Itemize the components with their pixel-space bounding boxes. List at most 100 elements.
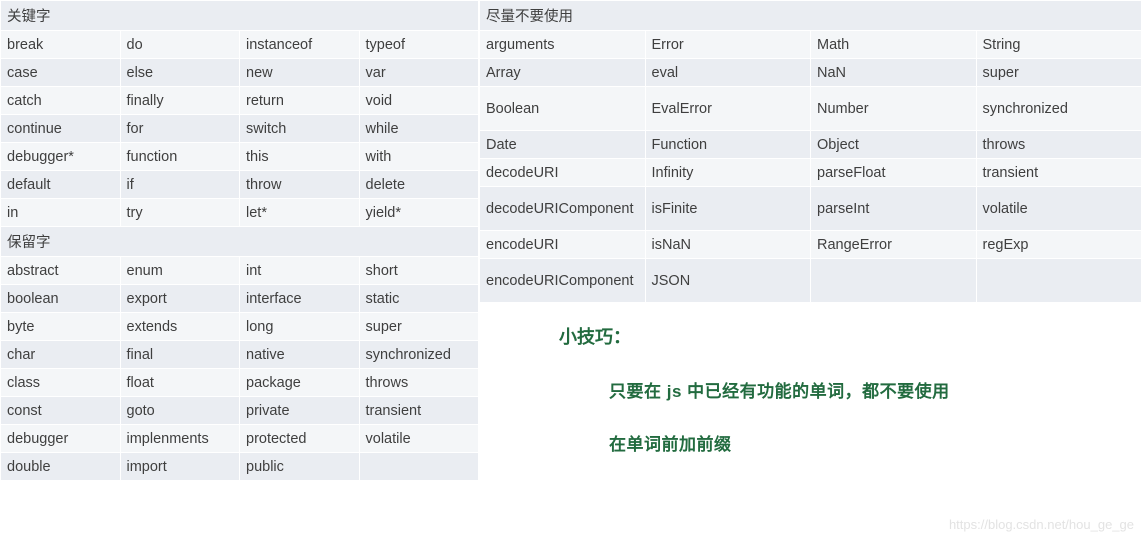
keywords-table: 关键字breakdoinstanceoftypeofcaseelsenewvar… (0, 0, 479, 481)
table-row: charfinalnativesynchronized (1, 341, 479, 369)
table-cell: super (976, 59, 1142, 87)
table-cell: encodeURI (480, 231, 646, 259)
table-cell: enum (120, 257, 240, 285)
tips-text: 只要在 (609, 382, 667, 401)
table-cell: typeof (359, 31, 479, 59)
table-cell: JSON (645, 259, 811, 303)
table-cell: Infinity (645, 159, 811, 187)
table-cell: yield* (359, 199, 479, 227)
table-cell: regExp (976, 231, 1142, 259)
table-cell: Object (811, 131, 977, 159)
section-header-cell: 保留字 (1, 227, 479, 257)
table-cell: RangeError (811, 231, 977, 259)
table-cell: parseFloat (811, 159, 977, 187)
table-cell: Array (480, 59, 646, 87)
table-cell: long (240, 313, 360, 341)
table-cell: isFinite (645, 187, 811, 231)
table-cell: decodeURI (480, 159, 646, 187)
table-cell: Date (480, 131, 646, 159)
table-row: debugger*functionthiswith (1, 143, 479, 171)
table-cell: public (240, 453, 360, 481)
table-cell: Math (811, 31, 977, 59)
table-row: argumentsErrorMathString (480, 31, 1142, 59)
table-cell: EvalError (645, 87, 811, 131)
table-cell (811, 259, 977, 303)
table-row: constgotoprivatetransient (1, 397, 479, 425)
table-cell: encodeURIComponent (480, 259, 646, 303)
table-cell: throws (359, 369, 479, 397)
table-cell: debugger (1, 425, 121, 453)
table-cell: Number (811, 87, 977, 131)
table-cell: while (359, 115, 479, 143)
table-cell: final (120, 341, 240, 369)
table-cell: this (240, 143, 360, 171)
table-row: booleanexportinterfacestatic (1, 285, 479, 313)
table-cell: debugger* (1, 143, 121, 171)
table-cell: Boolean (480, 87, 646, 131)
table-cell: void (359, 87, 479, 115)
table-cell: break (1, 31, 121, 59)
table-cell: static (359, 285, 479, 313)
table-row: ArrayevalNaNsuper (480, 59, 1142, 87)
table-cell: package (240, 369, 360, 397)
table-cell: int (240, 257, 360, 285)
table-cell: volatile (359, 425, 479, 453)
table-row: decodeURIComponentisFiniteparseIntvolati… (480, 187, 1142, 231)
table-row: caseelsenewvar (1, 59, 479, 87)
table-cell: try (120, 199, 240, 227)
table-cell: switch (240, 115, 360, 143)
table-cell: double (1, 453, 121, 481)
table-cell: Error (645, 31, 811, 59)
table-cell: arguments (480, 31, 646, 59)
tips-block: 小技巧： 只要在 js 中已经有功能的单词，都不要使用 在单词前加前缀 (479, 303, 1142, 483)
table-cell: short (359, 257, 479, 285)
table-cell: String (976, 31, 1142, 59)
table-cell: extends (120, 313, 240, 341)
table-cell: const (1, 397, 121, 425)
table-cell: var (359, 59, 479, 87)
table-cell: private (240, 397, 360, 425)
table-cell (359, 453, 479, 481)
tips-text: 中已经有功能的单词，都不要使用 (682, 382, 950, 401)
table-cell: instanceof (240, 31, 360, 59)
table-row: BooleanEvalErrorNumbersynchronized (480, 87, 1142, 131)
table-cell: protected (240, 425, 360, 453)
table-cell: NaN (811, 59, 977, 87)
table-cell (976, 259, 1142, 303)
table-cell: synchronized (976, 87, 1142, 131)
table-cell: do (120, 31, 240, 59)
table-cell: goto (120, 397, 240, 425)
table-row: 保留字 (1, 227, 479, 257)
table-cell: implenments (120, 425, 240, 453)
table-cell: let* (240, 199, 360, 227)
table-row: classfloatpackagethrows (1, 369, 479, 397)
table-row: DateFunctionObjectthrows (480, 131, 1142, 159)
table-cell: export (120, 285, 240, 313)
table-row: catchfinallyreturnvoid (1, 87, 479, 115)
table-cell: volatile (976, 187, 1142, 231)
table-cell: continue (1, 115, 121, 143)
table-row: defaultifthrowdelete (1, 171, 479, 199)
table-row: encodeURIComponentJSON (480, 259, 1142, 303)
table-cell: throw (240, 171, 360, 199)
table-cell: boolean (1, 285, 121, 313)
table-cell: decodeURIComponent (480, 187, 646, 231)
section-header-cell: 关键字 (1, 1, 479, 31)
table-cell: catch (1, 87, 121, 115)
table-cell: return (240, 87, 360, 115)
table-cell: function (120, 143, 240, 171)
table-cell: if (120, 171, 240, 199)
table-cell: with (359, 143, 479, 171)
table-cell: finally (120, 87, 240, 115)
table-cell: new (240, 59, 360, 87)
table-cell: interface (240, 285, 360, 313)
table-cell: transient (359, 397, 479, 425)
table-row: doubleimportpublic (1, 453, 479, 481)
table-row: 尽量不要使用 (480, 1, 1142, 31)
table-cell: super (359, 313, 479, 341)
table-row: breakdoinstanceoftypeof (1, 31, 479, 59)
table-row: byteextendslongsuper (1, 313, 479, 341)
table-cell: float (120, 369, 240, 397)
table-cell: class (1, 369, 121, 397)
table-row: 关键字 (1, 1, 479, 31)
